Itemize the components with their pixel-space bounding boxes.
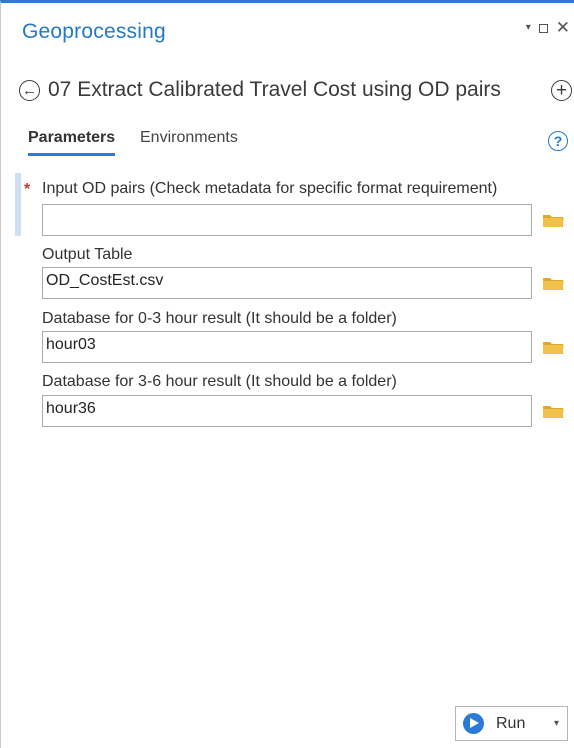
help-icon[interactable]: ? <box>548 131 568 151</box>
add-favorite-icon[interactable]: + <box>551 80 572 101</box>
back-arrow-icon[interactable]: ← <box>19 80 40 101</box>
maximize-icon[interactable] <box>538 23 548 33</box>
param-label-database-3-6: Database for 3-6 hour result (It should … <box>42 373 397 390</box>
run-button[interactable]: Run ▾ <box>455 706 568 741</box>
database-3-6-field[interactable]: hour36 <box>42 395 532 427</box>
pane-options-icon[interactable]: ▾ <box>526 20 531 36</box>
database-0-3-field[interactable]: hour03 <box>42 331 532 363</box>
geoprocessing-pane: Geoprocessing ▾ ✕ ← 07 Extract Calibrate… <box>0 0 574 748</box>
required-marker: * <box>24 181 31 198</box>
browse-folder-icon[interactable] <box>542 403 565 419</box>
run-label: Run <box>496 714 526 732</box>
required-indicator-bar <box>15 173 21 236</box>
browse-folder-icon[interactable] <box>542 212 565 228</box>
browse-folder-icon[interactable] <box>542 275 565 291</box>
input-od-pairs-field[interactable] <box>42 204 532 236</box>
tool-title: 07 Extract Calibrated Travel Cost using … <box>48 78 501 101</box>
tab-environments[interactable]: Environments <box>140 129 238 147</box>
play-icon <box>463 713 484 734</box>
window-controls: ▾ ✕ <box>526 19 570 36</box>
param-label-input-od-pairs: Input OD pairs (Check metadata for speci… <box>42 180 498 197</box>
close-icon[interactable]: ✕ <box>556 19 570 36</box>
tool-header: ← 07 Extract Calibrated Travel Cost usin… <box>1 69 574 113</box>
param-label-database-0-3: Database for 0-3 hour result (It should … <box>42 310 397 327</box>
browse-folder-icon[interactable] <box>542 339 565 355</box>
tab-parameters[interactable]: Parameters <box>28 129 116 156</box>
param-label-output-table: Output Table <box>42 246 133 263</box>
output-table-field[interactable]: OD_CostEst.csv <box>42 267 532 299</box>
tab-strip: Parameters Environments ? <box>1 127 574 163</box>
pane-title: Geoprocessing <box>22 20 166 43</box>
pane-titlebar: Geoprocessing ▾ ✕ <box>1 3 574 47</box>
run-dropdown-icon[interactable]: ▾ <box>554 718 559 729</box>
